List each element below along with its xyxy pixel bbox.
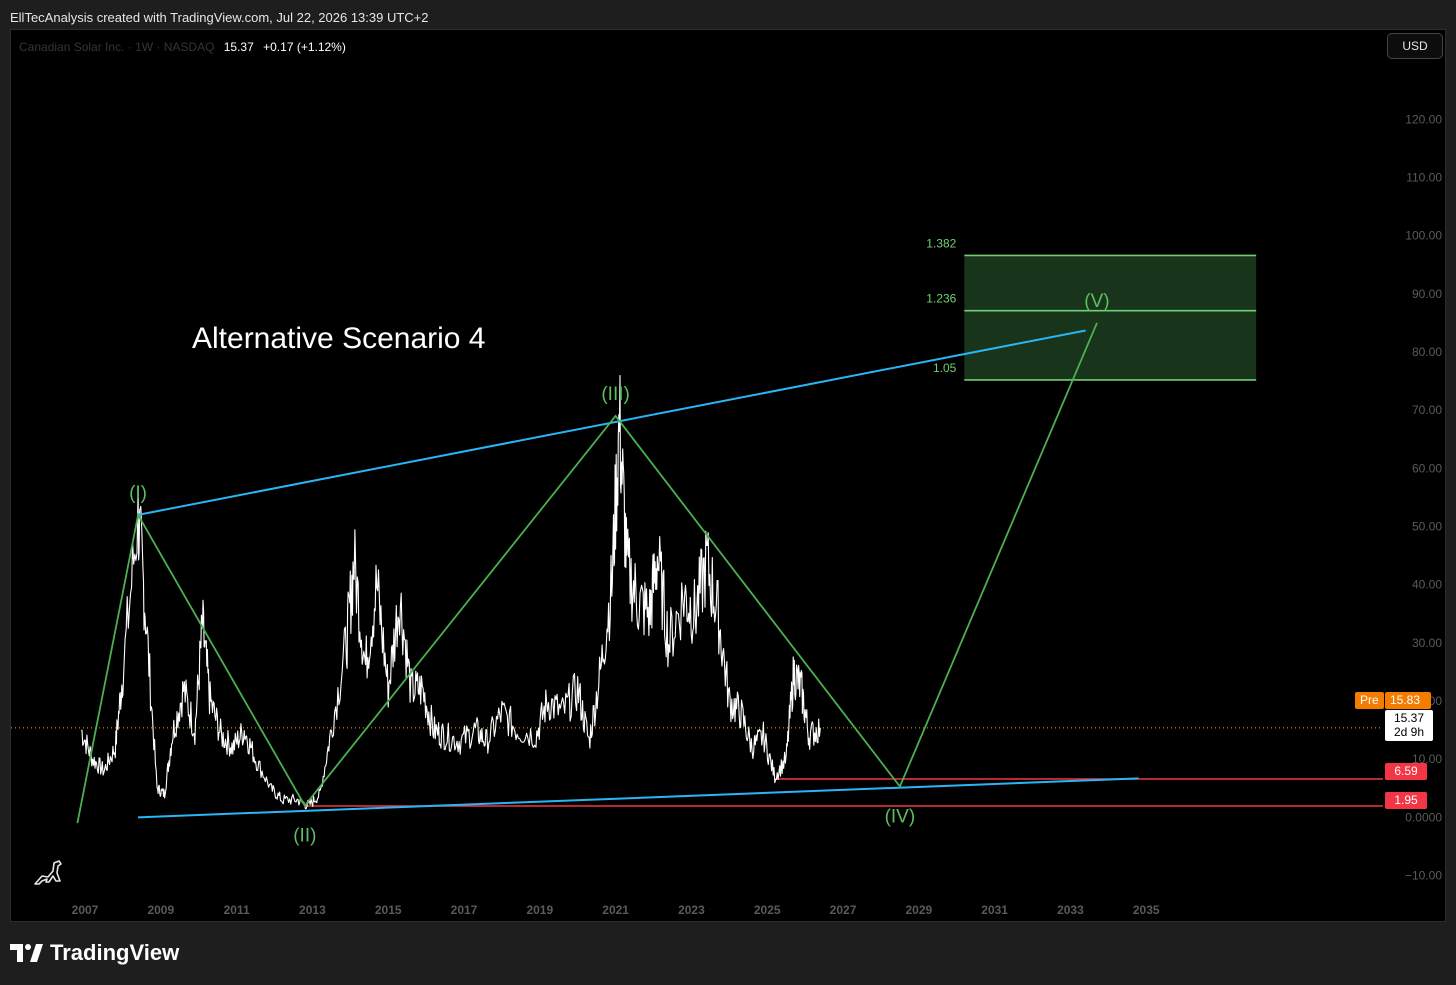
x-tick-label: 2019 [526, 903, 553, 917]
fib-level-label: 1.382 [926, 236, 956, 250]
y-tick-label: −10.00 [1405, 869, 1442, 883]
x-tick-label: 2007 [72, 903, 99, 917]
tradingview-logo[interactable]: TradingView [10, 940, 179, 966]
symbol-legend: Canadian Solar Inc. · 1W · NASDAQ 15.37 … [19, 40, 346, 54]
pre-label-tag: Pre [1355, 692, 1384, 709]
x-tick-label: 2025 [754, 903, 781, 917]
x-tick-label: 2023 [678, 903, 705, 917]
support-tag-low: 1.95 [1385, 792, 1427, 809]
x-tick-label: 2031 [981, 903, 1008, 917]
y-tick-label: 60.00 [1412, 461, 1442, 475]
y-tick-label: 120.00 [1405, 112, 1442, 126]
support-tag-high: 6.59 [1385, 763, 1427, 780]
x-tick-label: 2015 [375, 903, 402, 917]
y-tick-label: 70.00 [1412, 403, 1442, 417]
wave-label: (IV) [885, 807, 916, 828]
legend-change: +0.17 (+1.12%) [263, 40, 346, 54]
tradingview-logo-icon [10, 944, 43, 962]
dinosaur-icon [32, 856, 64, 893]
legend-price: 15.37 [223, 40, 254, 54]
scenario-annotation: Alternative Scenario 4 [192, 322, 486, 355]
trendline [138, 777, 1139, 819]
x-tick-label: 2011 [224, 903, 250, 917]
fib-zone [964, 255, 1257, 380]
fib-level-label: 1.05 [933, 361, 957, 375]
last-price-tag: 15.37 2d 9h [1385, 710, 1433, 741]
fib-level-label: 1.236 [926, 292, 956, 306]
y-tick-label: 80.00 [1412, 345, 1442, 359]
bar-countdown: 2d 9h [1393, 725, 1425, 739]
x-tick-label: 2029 [905, 903, 932, 917]
x-tick-label: 2021 [602, 903, 629, 917]
x-tick-label: 2033 [1057, 903, 1084, 917]
pre-price-tag: 15.83 [1385, 692, 1431, 709]
y-tick-label: 110.00 [1406, 171, 1442, 185]
y-tick-label: 40.00 [1412, 578, 1442, 592]
chart-area[interactable]: 1.382 1.236 1.05 120.00 110.00 100.00 90.00 80.… [10, 29, 1446, 922]
wave-label: (I) [129, 483, 147, 504]
y-tick-label: 0.0000 [1405, 810, 1442, 824]
y-tick-label: 30.00 [1412, 636, 1442, 650]
wave-label: (II) [293, 826, 316, 847]
y-tick-label: 100.00 [1405, 229, 1442, 243]
x-tick-label: 2017 [451, 903, 478, 917]
currency-button[interactable]: USD [1387, 33, 1443, 59]
chart-header: EllTecAnalysis created with TradingView.… [10, 10, 429, 25]
x-tick-label: 2009 [147, 903, 174, 917]
x-tick-label: 2027 [830, 903, 857, 917]
trendline [137, 329, 1086, 516]
symbol-name: Canadian Solar Inc. · 1W · NASDAQ [19, 40, 215, 54]
y-tick-label: 90.00 [1412, 287, 1442, 301]
y-tick-label: 50.00 [1412, 520, 1442, 534]
price-line [81, 374, 821, 810]
last-price-value: 15.37 [1393, 711, 1425, 725]
wave-label: (V) [1084, 291, 1109, 312]
x-tick-label: 2035 [1133, 903, 1160, 917]
wave-label: (III) [601, 384, 630, 405]
price-chart: 1.382 1.236 1.05 120.00 110.00 100.00 90.00 80.… [11, 112, 1442, 917]
brand-name: TradingView [50, 940, 180, 965]
x-tick-label: 2013 [299, 903, 326, 917]
